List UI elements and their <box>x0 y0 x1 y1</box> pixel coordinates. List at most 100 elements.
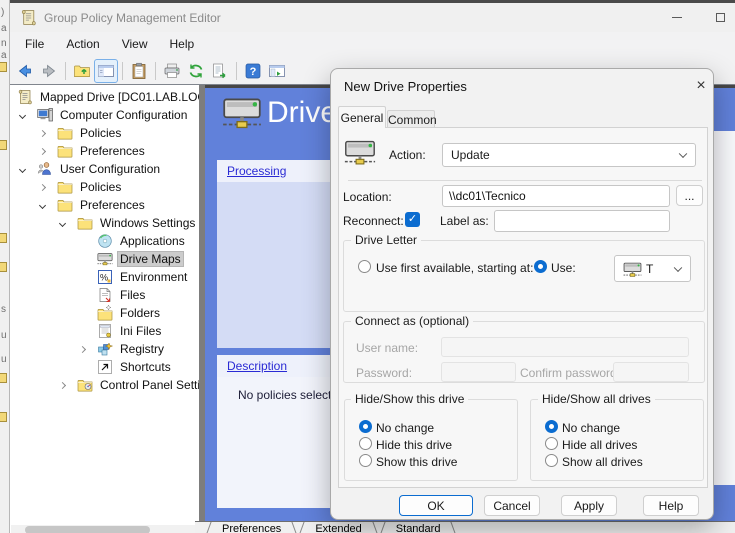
tree-item-label: Windows Settings <box>97 215 198 231</box>
tab-common[interactable]: Common <box>387 110 435 128</box>
folder-icon <box>0 262 7 272</box>
ok-button[interactable]: OK <box>399 495 473 516</box>
radio-hide-this-drive[interactable] <box>359 437 372 450</box>
folder-icon <box>0 233 7 243</box>
pane-splitter[interactable] <box>199 85 205 533</box>
view-tab-preferences[interactable]: Preferences <box>205 522 298 533</box>
folder-icon <box>0 140 7 150</box>
tab-general[interactable]: General <box>338 106 386 128</box>
menu-action[interactable]: Action <box>55 34 110 54</box>
tree-item-registry[interactable]: Registry <box>76 340 199 358</box>
print-icon[interactable] <box>160 59 184 83</box>
radio-show-this-drive[interactable] <box>359 454 372 467</box>
new-window-icon[interactable] <box>265 59 289 83</box>
radio-no-change[interactable] <box>545 420 558 433</box>
chevron-right-icon[interactable] <box>56 379 69 392</box>
tree-item-folders[interactable]: Folders <box>76 304 199 322</box>
user-name-label: User name: <box>356 341 418 355</box>
drive-icon <box>97 251 113 267</box>
folder-icon <box>57 197 73 213</box>
close-icon[interactable]: × <box>689 74 713 98</box>
action-select[interactable]: Update <box>442 143 696 167</box>
radio-label: Hide this drive <box>376 438 452 452</box>
tree-item-label: Files <box>117 287 148 303</box>
paste-icon[interactable] <box>127 59 151 83</box>
folder-icon <box>0 373 7 383</box>
tree-item-files[interactable]: Files <box>76 286 199 304</box>
tree-item-environment[interactable]: %Environment <box>76 268 199 286</box>
export-list-icon[interactable] <box>208 59 232 83</box>
scrollbar-thumb[interactable] <box>25 526 150 533</box>
drive-letter-select[interactable]: T <box>614 255 691 282</box>
show-console-tree-icon[interactable] <box>94 59 118 83</box>
radio-hide-all-drives[interactable] <box>545 437 558 450</box>
processing-link[interactable]: Processing <box>227 164 286 178</box>
tree-item-label: Drive Maps <box>117 251 184 267</box>
tree-item-drive-maps[interactable]: Drive Maps <box>76 250 199 268</box>
radio-no-change[interactable] <box>359 420 372 433</box>
ini-files-icon <box>97 323 113 339</box>
back-icon[interactable] <box>13 59 37 83</box>
drive-icon <box>623 261 642 276</box>
radio-label: No change <box>562 421 620 435</box>
tree-item-policies[interactable]: Policies <box>36 178 199 196</box>
chevron-down-icon[interactable] <box>16 109 29 122</box>
tree-item-policies[interactable]: Policies <box>36 124 199 142</box>
view-tab-extended[interactable]: Extended <box>298 522 378 533</box>
chevron-down-icon[interactable] <box>36 199 49 212</box>
radio-show-all-drives[interactable] <box>545 454 558 467</box>
use-radio[interactable] <box>534 260 547 273</box>
folder-icon <box>0 62 7 72</box>
view-tabs: PreferencesExtendedStandard <box>195 521 735 533</box>
menu-file[interactable]: File <box>14 34 55 54</box>
chevron-right-icon[interactable] <box>36 127 49 140</box>
chevron-down-icon[interactable] <box>56 217 69 230</box>
location-input[interactable] <box>442 185 670 207</box>
label-as-input[interactable] <box>494 210 670 232</box>
tree-horizontal-scrollbar[interactable] <box>11 525 199 533</box>
tree-item-label: Computer Configuration <box>57 107 190 123</box>
cancel-button[interactable]: Cancel <box>484 495 540 516</box>
menu-view[interactable]: View <box>111 34 159 54</box>
tree-item-user-configuration[interactable]: User Configuration <box>16 160 199 178</box>
background-text-fragment: s <box>1 305 6 315</box>
tree-item-preferences[interactable]: Preferences <box>36 196 199 214</box>
background-text-fragment: u <box>1 331 7 341</box>
reconnect-checkbox[interactable]: ✓ <box>405 212 420 227</box>
view-tab-standard[interactable]: Standard <box>379 522 458 533</box>
browse-button[interactable]: ... <box>676 185 703 206</box>
maximize-button[interactable] <box>700 3 735 32</box>
tree-item-applications[interactable]: Applications <box>76 232 199 250</box>
tree-item-windows-settings[interactable]: Windows Settings <box>56 214 199 232</box>
general-tab-page: Action: Update Location: ... Reconnect: … <box>338 127 708 488</box>
tree-item-shortcuts[interactable]: Shortcuts <box>76 358 199 376</box>
chevron-right-icon[interactable] <box>36 181 49 194</box>
help-button[interactable]: Help <box>643 495 699 516</box>
tree-item-computer-configuration[interactable]: Computer Configuration <box>16 106 199 124</box>
up-one-level-icon[interactable] <box>70 59 94 83</box>
folder-icon <box>77 215 93 231</box>
help-icon[interactable]: ? <box>241 59 265 83</box>
expander-placeholder <box>76 289 89 302</box>
chevron-down-icon <box>679 150 687 158</box>
chevron-right-icon[interactable] <box>76 343 89 356</box>
tree-item-mapped-drive-dc01-lab-loca[interactable]: Mapped Drive [DC01.LAB.LOCA <box>10 88 199 106</box>
tree: Mapped Drive [DC01.LAB.LOCAComputer Conf… <box>11 88 199 394</box>
minimize-button[interactable] <box>654 3 700 32</box>
tree-item-ini-files[interactable]: Ini Files <box>76 322 199 340</box>
menu-help[interactable]: Help <box>159 34 206 54</box>
tree-item-preferences[interactable]: Preferences <box>36 142 199 160</box>
apply-button[interactable]: Apply <box>561 495 617 516</box>
new-drive-properties-dialog: New Drive Properties × General Common Ac… <box>330 68 714 520</box>
chevron-right-icon[interactable] <box>36 145 49 158</box>
tree-item-label: Environment <box>117 269 190 285</box>
applications-icon <box>97 233 113 249</box>
tree-item-control-panel-setting[interactable]: Control Panel Setting <box>56 376 199 394</box>
use-first-available-radio[interactable] <box>358 260 371 273</box>
refresh-icon[interactable] <box>184 59 208 83</box>
forward-icon[interactable] <box>37 59 61 83</box>
confirm-password-label: Confirm password: <box>520 366 620 380</box>
connect-as-group-title: Connect as (optional) <box>351 314 473 328</box>
chevron-down-icon[interactable] <box>16 163 29 176</box>
description-link[interactable]: Description <box>227 359 287 373</box>
